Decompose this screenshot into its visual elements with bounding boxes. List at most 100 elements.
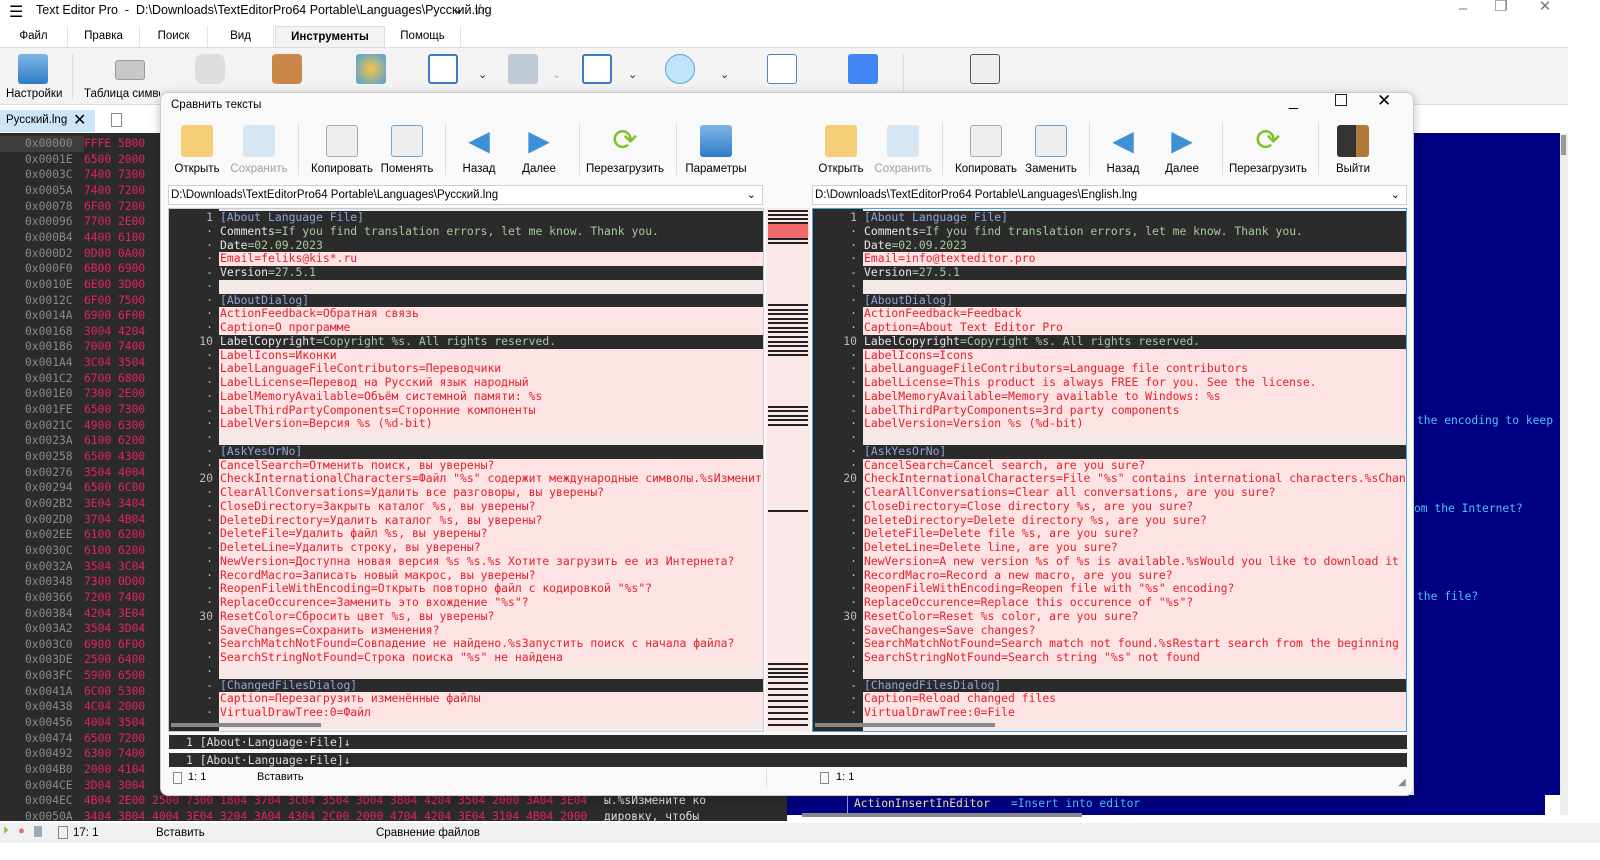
- text-line[interactable]: · ReplaceOccurence=Replace this occurence…: [813, 595, 1406, 610]
- text-line[interactable]: · NewVersion=A new version %s of %s is av…: [813, 554, 1406, 569]
- text-line[interactable]: 30 ResetColor=Сбросить цвет %s, вы уверен…: [169, 609, 763, 624]
- character-map-button[interactable]: Таблица символ: [84, 88, 160, 100]
- insert-mode[interactable]: Вставить: [156, 827, 205, 839]
- text-line[interactable]: 1 [About Language File]: [813, 210, 1406, 225]
- tab-file[interactable]: Файл: [0, 26, 68, 47]
- left-file-path-select[interactable]: D:\Downloads\TextEditorPro64 Portable\La…: [168, 185, 763, 205]
- text-line[interactable]: · [AboutDialog]: [169, 293, 763, 308]
- transliterate-icon[interactable]: [970, 54, 1000, 84]
- text-line[interactable]: · LabelVersion=Версия %s (%d-bit): [169, 416, 763, 431]
- text-line[interactable]: · DeleteFile=Delete file %s, are you sure…: [813, 526, 1406, 541]
- maximize-button[interactable]: [1335, 94, 1347, 106]
- text-line[interactable]: · ActionFeedback=Feedback: [813, 306, 1406, 321]
- text-line[interactable]: · Date=02.09.2023: [813, 238, 1406, 253]
- text-line[interactable]: · SaveChanges=Сохранить изменения?: [169, 623, 763, 638]
- text-line[interactable]: · VirtualDrawTree:0=File: [813, 705, 1406, 720]
- text-line[interactable]: · Caption=Перезагрузить изменённые файлы: [169, 691, 763, 706]
- text-line[interactable]: - DeleteLine=Удалить строку, вы уверены?: [169, 540, 763, 555]
- horizontal-scrollbar[interactable]: [815, 723, 995, 727]
- text-line[interactable]: 20 CheckInternationalCharacters=File "%s"…: [813, 471, 1406, 486]
- text-line[interactable]: ·: [813, 279, 1406, 294]
- text-line[interactable]: · CloseDirectory=Close directory %s, are …: [813, 499, 1406, 514]
- text-line[interactable]: · DeleteFile=Удалить файл %s, вы уверены?: [169, 526, 763, 541]
- search-window-icon[interactable]: [582, 54, 612, 84]
- text-line[interactable]: - LabelThirdPartyComponents=3rd party com…: [813, 403, 1406, 418]
- tab-tools[interactable]: Инструменты: [275, 26, 385, 47]
- save-right-button[interactable]: Сохранить: [873, 121, 933, 175]
- text-line[interactable]: · SearchStringNotFound=Search string "%s"…: [813, 650, 1406, 665]
- text-line[interactable]: · CancelSearch=Отменить поиск, вы уверены…: [169, 458, 763, 473]
- play-macro-icon[interactable]: ⏵: [3, 825, 9, 838]
- doc-tab-russian[interactable]: Русский.lng ✕: [0, 110, 95, 132]
- settings-icon[interactable]: [18, 54, 48, 84]
- text-line[interactable]: · ReopenFileWithEncoding=Открыть повторно…: [169, 581, 763, 596]
- text-line[interactable]: 20 CheckInternationalCharacters=Файл "%s"…: [169, 471, 763, 486]
- text-line[interactable]: · CancelSearch=Cancel search, are you sur…: [813, 458, 1406, 473]
- resize-grip-icon[interactable]: ◢: [1398, 777, 1406, 788]
- text-line[interactable]: · LabelMemoryAvailable=Memory available t…: [813, 389, 1406, 404]
- text-line[interactable]: · LabelIcons=Icons: [813, 348, 1406, 363]
- text-line[interactable]: · LabelIcons=Иконки: [169, 348, 763, 363]
- chevron-down-icon[interactable]: ⌄: [453, 2, 463, 16]
- text-line[interactable]: · [AskYesOrNo]: [813, 444, 1406, 459]
- text-line[interactable]: ·: [169, 430, 763, 445]
- swap-button[interactable]: Поменять: [379, 121, 435, 175]
- google-translate-icon[interactable]: [848, 54, 878, 84]
- text-line[interactable]: · RecordMacro=Record a new macro, are you…: [813, 568, 1406, 583]
- close-tab-icon[interactable]: ✕: [73, 110, 86, 130]
- copy-right-button[interactable]: Копировать: [953, 121, 1019, 175]
- record-macro-icon[interactable]: ●: [18, 825, 25, 837]
- text-line[interactable]: · VirtualDrawTree:0=Файл: [169, 705, 763, 720]
- text-line[interactable]: · Comments=If you find translation errors…: [169, 224, 763, 239]
- hamburger-menu-icon[interactable]: ☰: [9, 2, 23, 22]
- close-button[interactable]: ✕: [1522, 0, 1568, 22]
- currency-converter-icon[interactable]: [356, 54, 386, 84]
- stop-macro-icon[interactable]: [34, 826, 42, 837]
- text-line[interactable]: · SearchMatchNotFound=Search match not fo…: [813, 636, 1406, 651]
- text-line[interactable]: 10 LabelCopyright=Copyright %s. All right…: [813, 334, 1406, 349]
- text-line[interactable]: · [AskYesOrNo]: [169, 444, 763, 459]
- text-line[interactable]: · LabelLanguageFileContributors=Переводчи…: [169, 361, 763, 376]
- horizontal-scrollbar[interactable]: [171, 723, 321, 727]
- text-line[interactable]: 1 [About Language File]: [169, 210, 763, 225]
- text-line[interactable]: · LabelMemoryAvailable=Объём системной па…: [169, 389, 763, 404]
- save-left-button[interactable]: Сохранить: [229, 121, 289, 175]
- text-line[interactable]: · Email=info@texteditor.pro: [813, 251, 1406, 266]
- chevron-down-icon[interactable]: ⌄: [720, 68, 729, 81]
- text-line[interactable]: 30 ResetColor=Reset %s color, are you sur…: [813, 609, 1406, 624]
- text-line[interactable]: · NewVersion=Доступна новая версия %s %s.…: [169, 554, 763, 569]
- star-icon[interactable]: ☆: [473, 0, 487, 20]
- minimize-button[interactable]: _: [1289, 93, 1298, 111]
- text-line[interactable]: · LabelVersion=Version %s (%d-bit): [813, 416, 1406, 431]
- text-line[interactable]: · ActionFeedback=Обратная связь: [169, 306, 763, 321]
- text-line[interactable]: - [ChangedFilesDialog]: [813, 678, 1406, 693]
- text-line[interactable]: · LabelLicense=Перевод на Русский язык на…: [169, 375, 763, 390]
- text-line[interactable]: · ClearAllConversations=Clear all convers…: [813, 485, 1406, 500]
- back-left-button[interactable]: ◀ Назад: [457, 121, 501, 175]
- left-text-pane[interactable]: 1 [About Language File] · Comments=If you f…: [168, 208, 764, 732]
- left-insert-mode[interactable]: Вставить: [257, 771, 304, 783]
- text-line[interactable]: · Date=02.09.2023: [169, 238, 763, 253]
- text-line[interactable]: · Caption=Reload changed files: [813, 691, 1406, 706]
- next-right-button[interactable]: ▶ Далее: [1160, 121, 1204, 175]
- text-line[interactable]: - Version=27.5.1: [813, 265, 1406, 280]
- copy-left-button[interactable]: Копировать: [309, 121, 375, 175]
- text-line[interactable]: - Version=27.5.1: [169, 265, 763, 280]
- text-line[interactable]: · SearchStringNotFound=Строка поиска "%s"…: [169, 650, 763, 665]
- exit-button[interactable]: Выйти: [1333, 121, 1373, 175]
- vertical-scrollbar[interactable]: [1560, 133, 1568, 815]
- horizontal-scrollbar[interactable]: [802, 813, 1082, 817]
- clock-clipboard-icon[interactable]: [272, 54, 302, 84]
- text-line[interactable]: - DeleteLine=Delete line, are you sure?: [813, 540, 1406, 555]
- text-line[interactable]: · Caption=About Text Editor Pro: [813, 320, 1406, 335]
- close-button[interactable]: ✕: [1377, 91, 1391, 111]
- tab-help[interactable]: Помощь: [385, 26, 461, 47]
- open-right-button[interactable]: Открыть: [817, 121, 865, 175]
- reload-left-button[interactable]: ⟳ Перезагрузить: [585, 121, 665, 176]
- text-line[interactable]: · LabelLanguageFileContributors=Language …: [813, 361, 1406, 376]
- right-text-pane[interactable]: 1 [About Language File] · Comments=If you f…: [812, 208, 1407, 732]
- ai-assistant-icon[interactable]: [195, 54, 225, 84]
- replace-button[interactable]: Заменить: [1023, 121, 1079, 175]
- compare-document-icon[interactable]: [767, 54, 797, 84]
- back-right-button[interactable]: ◀ Назад: [1101, 121, 1145, 175]
